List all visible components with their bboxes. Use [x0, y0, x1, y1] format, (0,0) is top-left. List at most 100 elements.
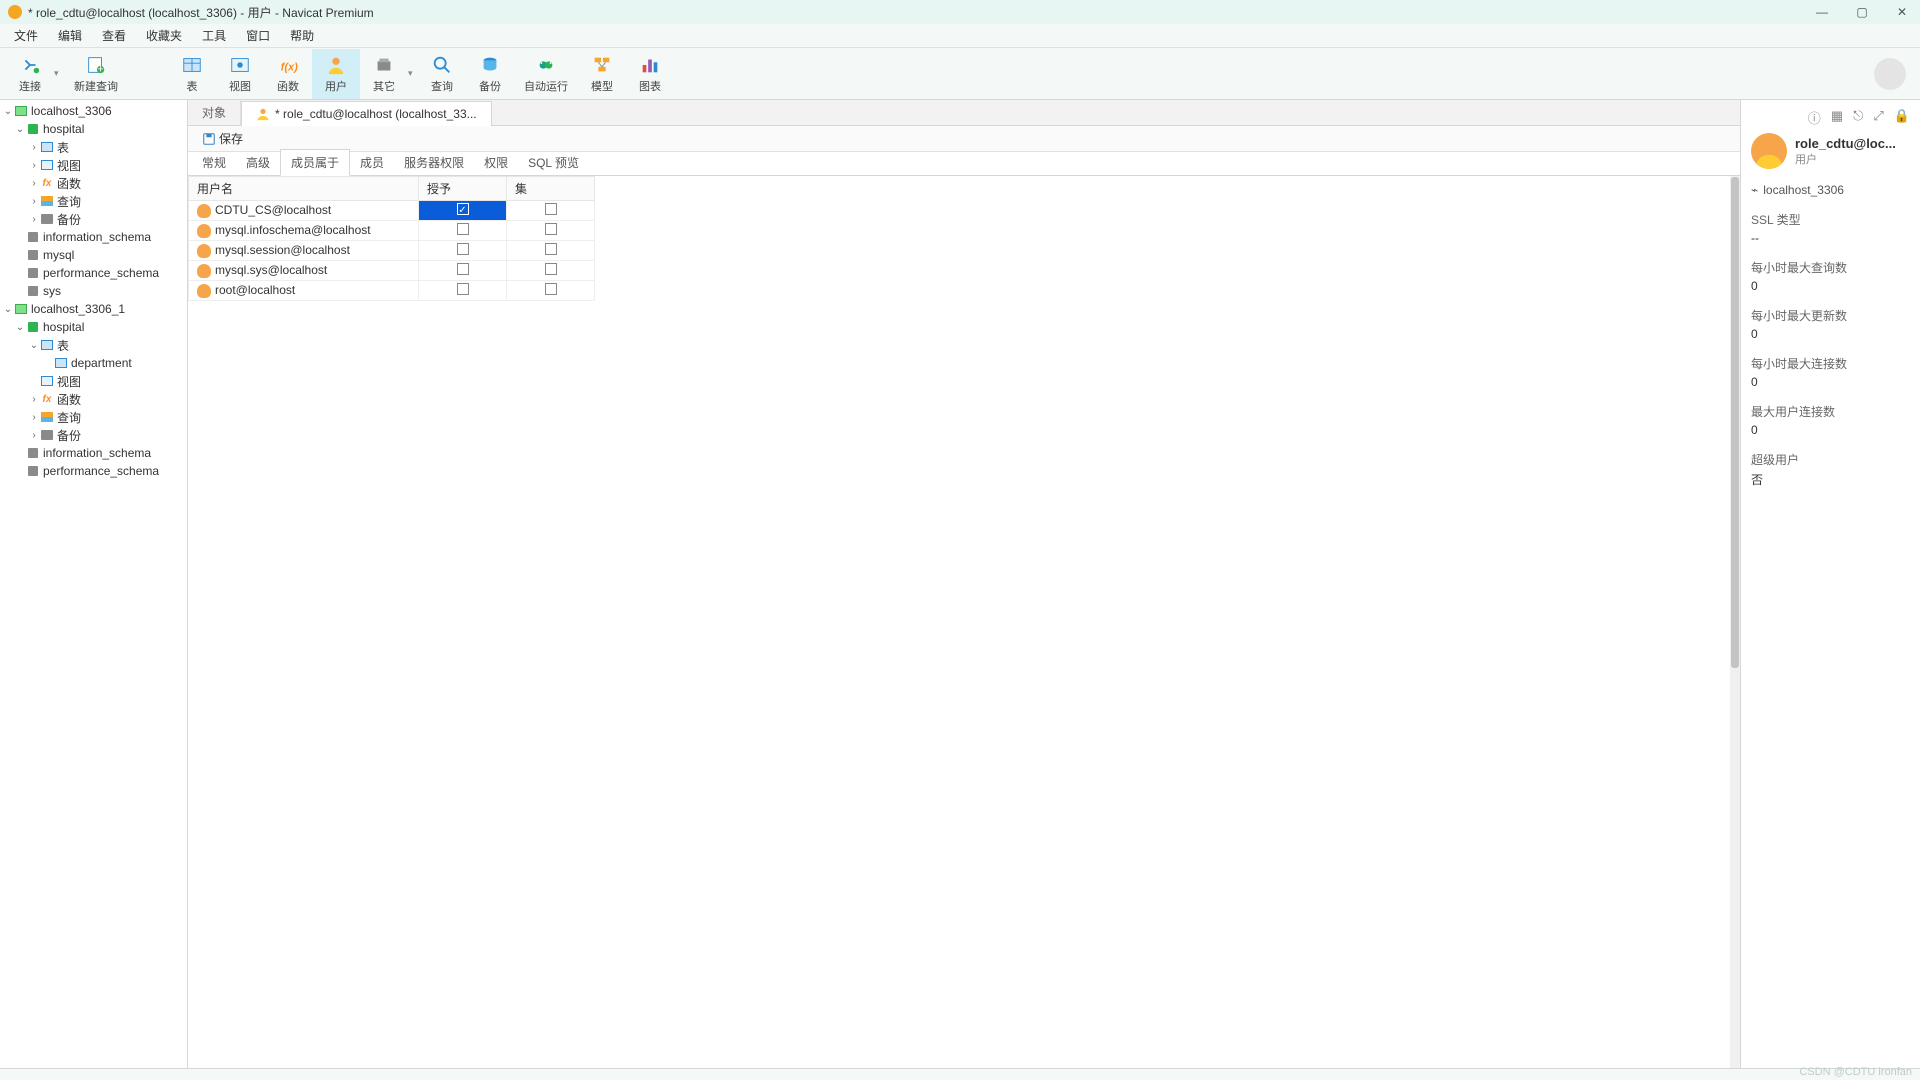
table-row[interactable]: mysql.infoschema@localhost: [189, 221, 595, 241]
menu-5[interactable]: 窗口: [236, 24, 280, 47]
set-cell[interactable]: [507, 201, 595, 221]
vertical-scrollbar[interactable]: [1730, 176, 1740, 1068]
caret-icon[interactable]: ⌄: [14, 322, 26, 333]
tree-item-4[interactable]: ›fx函数: [0, 174, 187, 192]
tree-item-16[interactable]: ›fx函数: [0, 390, 187, 408]
tree-item-20[interactable]: performance_schema: [0, 462, 187, 480]
grant-checkbox[interactable]: [457, 243, 469, 255]
caret-icon[interactable]: ›: [28, 430, 40, 441]
members-grid[interactable]: 用户名授予集 CDTU_CS@localhostmysql.infoschema@…: [188, 176, 595, 1068]
caret-icon[interactable]: ›: [28, 214, 40, 225]
maximize-button[interactable]: ▢: [1852, 5, 1872, 19]
expand-icon[interactable]: ⤢: [1873, 108, 1883, 127]
tree-item-8[interactable]: mysql: [0, 246, 187, 264]
grant-checkbox[interactable]: [457, 203, 469, 215]
table-row[interactable]: mysql.session@localhost: [189, 241, 595, 261]
grant-cell[interactable]: [419, 201, 507, 221]
caret-icon[interactable]: ⌄: [2, 304, 14, 315]
grant-cell[interactable]: [419, 241, 507, 261]
grid-icon[interactable]: ▦: [1831, 108, 1843, 127]
tree-item-17[interactable]: ›查询: [0, 408, 187, 426]
col-header[interactable]: 授予: [419, 177, 507, 201]
caret-icon[interactable]: ›: [28, 178, 40, 189]
subtab-6[interactable]: SQL 预览: [518, 150, 589, 175]
tab-objects[interactable]: 对象: [188, 100, 241, 125]
set-cell[interactable]: [507, 281, 595, 301]
toolbar-function-button[interactable]: f(x)函数: [264, 49, 312, 99]
tree-item-9[interactable]: performance_schema: [0, 264, 187, 282]
dropdown-caret[interactable]: ▾: [54, 68, 64, 79]
tree-item-10[interactable]: sys: [0, 282, 187, 300]
dropdown-caret[interactable]: ▾: [408, 68, 418, 79]
caret-icon[interactable]: ⌄: [28, 340, 40, 351]
col-header[interactable]: 用户名: [189, 177, 419, 201]
subtab-5[interactable]: 权限: [474, 150, 518, 175]
set-checkbox[interactable]: [545, 223, 557, 235]
tree-item-13[interactable]: ⌄表: [0, 336, 187, 354]
toolbar-model-button[interactable]: 模型: [578, 49, 626, 99]
grant-checkbox[interactable]: [457, 283, 469, 295]
subtab-2[interactable]: 成员属于: [280, 149, 350, 176]
toolbar-new-query-button[interactable]: +新建查询: [64, 49, 128, 99]
menu-4[interactable]: 工具: [192, 24, 236, 47]
tree-item-12[interactable]: ⌄hospital: [0, 318, 187, 336]
caret-icon[interactable]: ›: [28, 412, 40, 423]
toolbar-view-button[interactable]: 视图: [216, 49, 264, 99]
tree-item-14[interactable]: department: [0, 354, 187, 372]
set-checkbox[interactable]: [545, 263, 557, 275]
scrollbar-thumb[interactable]: [1731, 177, 1739, 668]
grant-checkbox[interactable]: [457, 263, 469, 275]
col-header[interactable]: 集: [507, 177, 595, 201]
subtab-1[interactable]: 高级: [236, 150, 280, 175]
tab-current-user[interactable]: * role_cdtu@localhost (localhost_33...: [241, 101, 492, 126]
menu-3[interactable]: 收藏夹: [136, 24, 192, 47]
save-button[interactable]: 保存: [196, 128, 249, 149]
menu-1[interactable]: 编辑: [48, 24, 92, 47]
lock-icon[interactable]: 🔒: [1894, 108, 1910, 127]
table-row[interactable]: CDTU_CS@localhost: [189, 201, 595, 221]
toolbar-autorun-button[interactable]: 自动运行: [514, 49, 578, 99]
user-cell[interactable]: CDTU_CS@localhost: [189, 201, 419, 221]
caret-icon[interactable]: ›: [28, 394, 40, 405]
toolbar-chart-button[interactable]: 图表: [626, 49, 674, 99]
toolbar-user-button[interactable]: 用户: [312, 49, 360, 99]
grant-cell[interactable]: [419, 221, 507, 241]
subtab-3[interactable]: 成员: [350, 150, 394, 175]
menu-0[interactable]: 文件: [4, 24, 48, 47]
toolbar-backup-button[interactable]: 备份: [466, 49, 514, 99]
sidebar-tree[interactable]: ⌄localhost_3306⌄hospital›表›视图›fx函数›查询›备份…: [0, 100, 188, 1068]
link-icon[interactable]: ⎋: [1853, 108, 1863, 127]
caret-icon[interactable]: ›: [28, 160, 40, 171]
tree-item-6[interactable]: ›备份: [0, 210, 187, 228]
menu-2[interactable]: 查看: [92, 24, 136, 47]
set-cell[interactable]: [507, 261, 595, 281]
set-cell[interactable]: [507, 241, 595, 261]
user-cell[interactable]: mysql.session@localhost: [189, 241, 419, 261]
set-checkbox[interactable]: [545, 243, 557, 255]
tree-item-18[interactable]: ›备份: [0, 426, 187, 444]
caret-icon[interactable]: ⌄: [2, 106, 14, 117]
grant-cell[interactable]: [419, 281, 507, 301]
minimize-button[interactable]: —: [1812, 5, 1832, 19]
toolbar-table-button[interactable]: 表: [168, 49, 216, 99]
set-cell[interactable]: [507, 221, 595, 241]
table-row[interactable]: mysql.sys@localhost: [189, 261, 595, 281]
caret-icon[interactable]: ›: [28, 142, 40, 153]
set-checkbox[interactable]: [545, 283, 557, 295]
profile-avatar[interactable]: [1874, 58, 1906, 90]
tree-item-0[interactable]: ⌄localhost_3306: [0, 102, 187, 120]
caret-icon[interactable]: ⌄: [14, 124, 26, 135]
toolbar-query-button[interactable]: 查询: [418, 49, 466, 99]
tree-item-2[interactable]: ›表: [0, 138, 187, 156]
caret-icon[interactable]: ›: [28, 196, 40, 207]
grant-checkbox[interactable]: [457, 223, 469, 235]
info-icon[interactable]: ⓘ: [1808, 108, 1821, 127]
toolbar-other-button[interactable]: 其它: [360, 49, 408, 99]
tree-item-7[interactable]: information_schema: [0, 228, 187, 246]
close-button[interactable]: ✕: [1892, 5, 1912, 19]
grant-cell[interactable]: [419, 261, 507, 281]
subtab-0[interactable]: 常规: [192, 150, 236, 175]
subtab-4[interactable]: 服务器权限: [394, 150, 474, 175]
set-checkbox[interactable]: [545, 203, 557, 215]
toolbar-connect-button[interactable]: 连接: [6, 49, 54, 99]
